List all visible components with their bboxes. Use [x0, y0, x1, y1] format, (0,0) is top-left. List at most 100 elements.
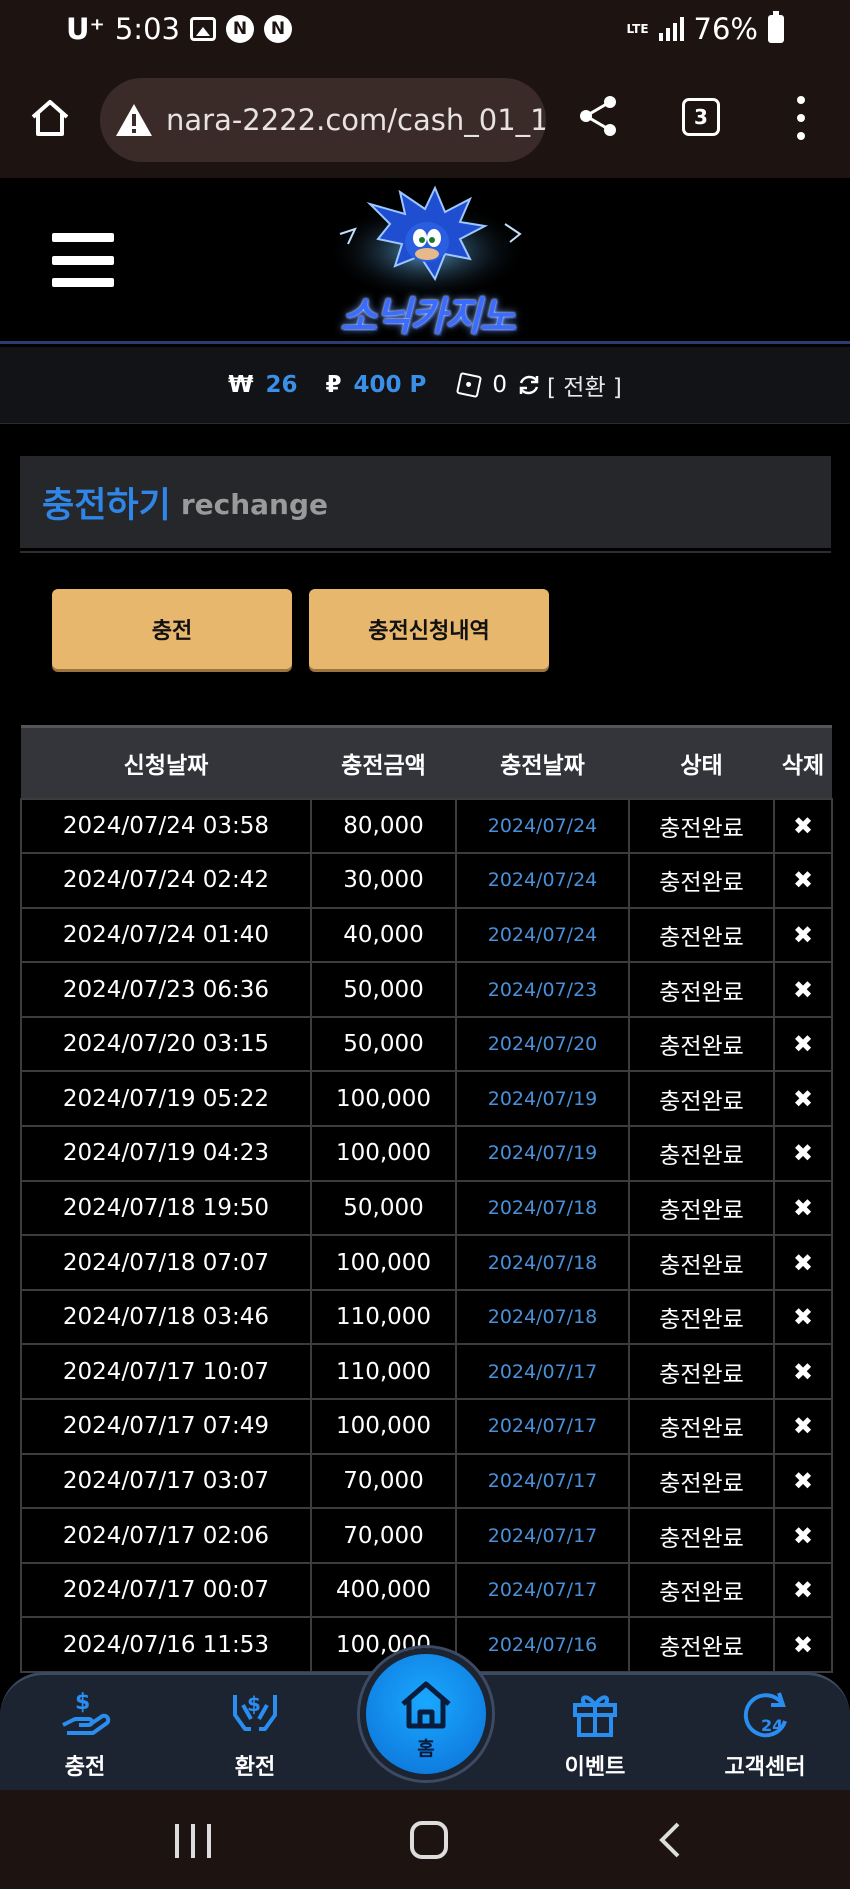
battery-level: 76%	[693, 12, 758, 46]
delete-button[interactable]: ✖	[773, 961, 833, 1018]
request-date-cell: 2024/07/17 03:07	[20, 1452, 312, 1510]
nav-charge[interactable]: $ 충전	[25, 1685, 145, 1781]
delete-button[interactable]: ✖	[773, 797, 833, 855]
address-bar[interactable]: nara-2222.com/cash_01_1.	[100, 78, 546, 162]
request-date-cell: 2024/07/16 11:53	[20, 1616, 312, 1673]
home-icon[interactable]	[28, 96, 72, 140]
charge-date-cell: 2024/07/24	[455, 797, 630, 855]
table-row: 2024/07/17 07:49 100,000 2024/07/17 충전완료 ✖	[20, 1398, 833, 1455]
delete-button[interactable]: ✖	[773, 1015, 833, 1073]
request-date-cell: 2024/07/18 07:07	[20, 1234, 312, 1291]
delete-button[interactable]: ✖	[773, 852, 833, 909]
table-header-row: 신청날짜 충전금액 충전날짜 상태 삭제	[21, 725, 832, 799]
table-row: 2024/07/20 03:15 50,000 2024/07/20 충전완료 ✖	[20, 1015, 833, 1073]
request-date-cell: 2024/07/19 04:23	[20, 1125, 312, 1182]
site-logo[interactable]: 소닉카지노	[320, 184, 534, 340]
clock: 5:03	[114, 12, 180, 46]
table-row: 2024/07/24 03:58 80,000 2024/07/24 충전완료 ✖	[20, 797, 833, 855]
delete-button[interactable]: ✖	[773, 1070, 833, 1128]
status-cell: 충전완료	[628, 1398, 775, 1455]
charge-date-cell: 2024/07/17	[455, 1343, 630, 1401]
nav-home-button[interactable]: 홈	[360, 1648, 492, 1780]
charge-hand-coin-icon: $	[62, 1690, 111, 1735]
status-cell: 충전완료	[628, 1070, 775, 1128]
share-icon[interactable]	[576, 94, 620, 138]
charge-date-cell: 2024/07/17	[455, 1561, 630, 1619]
table-row: 2024/07/18 03:46 110,000 2024/07/18 충전완료 ✖	[20, 1288, 833, 1346]
point-balance: 400 P	[353, 372, 427, 398]
balance-bar: ₩ 26 ₽ 400 P 0 [ 전환 ]	[0, 347, 850, 424]
won-balance: 26	[265, 372, 298, 398]
status-cell: 충전완료	[628, 1343, 775, 1401]
amount-cell: 50,000	[310, 1179, 457, 1237]
request-date-cell: 2024/07/17 07:49	[20, 1398, 312, 1455]
gallery-notification-icon	[189, 17, 216, 41]
amount-cell: 50,000	[310, 1015, 457, 1073]
request-date-cell: 2024/07/18 19:50	[20, 1179, 312, 1237]
browser-toolbar: nara-2222.com/cash_01_1. 3	[0, 62, 850, 178]
nav-home-label: 홈	[417, 1738, 435, 1760]
status-cell: 충전완료	[628, 1015, 775, 1073]
amount-cell: 50,000	[310, 961, 457, 1018]
delete-button[interactable]: ✖	[773, 1561, 833, 1619]
nav-support[interactable]: 24 고객센터	[705, 1685, 825, 1781]
request-date-cell: 2024/07/18 03:46	[20, 1288, 312, 1346]
refresh-icon[interactable]	[517, 373, 541, 397]
delete-button[interactable]: ✖	[773, 1234, 833, 1291]
switch-button[interactable]: [ 전환 ]	[547, 368, 622, 402]
status-left: U⁺ 5:03 N N	[66, 12, 292, 46]
delete-button[interactable]: ✖	[773, 1616, 833, 1673]
delete-button[interactable]: ✖	[773, 1125, 833, 1182]
delete-button[interactable]: ✖	[773, 1343, 833, 1401]
warning-icon[interactable]	[114, 100, 154, 140]
carrier-label: U⁺	[66, 12, 105, 46]
recent-apps-icon[interactable]	[175, 1824, 211, 1858]
home-icon	[401, 1681, 451, 1729]
amount-cell: 400,000	[310, 1561, 457, 1619]
svg-text:$: $	[75, 1690, 90, 1715]
hamburger-menu-icon[interactable]	[52, 233, 114, 287]
amount-cell: 100,000	[310, 1125, 457, 1182]
system-home-icon[interactable]	[410, 1821, 448, 1859]
status-cell: 충전완료	[628, 1507, 775, 1564]
status-cell: 충전완료	[628, 1125, 775, 1182]
amount-cell: 30,000	[310, 852, 457, 909]
more-menu-icon[interactable]	[794, 96, 808, 140]
url-text[interactable]: nara-2222.com/cash_01_1.	[166, 103, 546, 137]
amount-cell: 80,000	[310, 797, 457, 855]
table-row: 2024/07/24 01:40 40,000 2024/07/24 충전완료 ✖	[20, 906, 833, 964]
nav-exchange[interactable]: $ 환전	[195, 1685, 315, 1781]
page-subtitle: rechange	[180, 487, 329, 521]
status-cell: 충전완료	[628, 797, 775, 855]
charge-date-cell: 2024/07/19	[455, 1125, 630, 1182]
request-date-cell: 2024/07/23 06:36	[20, 961, 312, 1018]
charge-date-cell: 2024/07/17	[455, 1452, 630, 1510]
delete-button[interactable]: ✖	[773, 1507, 833, 1564]
nav-event[interactable]: 이벤트	[535, 1685, 655, 1781]
naver-notification-icon-2: N	[263, 15, 292, 43]
status-cell: 충전완료	[628, 1234, 775, 1291]
delete-button[interactable]: ✖	[773, 1179, 833, 1237]
charge-button[interactable]: 충전	[52, 589, 292, 669]
charge-date-cell: 2024/07/17	[455, 1507, 630, 1564]
request-date-cell: 2024/07/17 00:07	[20, 1561, 312, 1619]
status-cell: 충전완료	[628, 1288, 775, 1346]
charge-history-button[interactable]: 충전신청내역	[309, 589, 549, 669]
delete-button[interactable]: ✖	[773, 906, 833, 964]
column-header-delete: 삭제	[774, 725, 832, 799]
charge-history-table: 신청날짜 충전금액 충전날짜 상태 삭제 2024/07/24 03:58 80,…	[20, 725, 833, 1673]
amount-cell: 100,000	[310, 1234, 457, 1291]
table-row: 2024/07/17 03:07 70,000 2024/07/17 충전완료 ✖	[20, 1452, 833, 1510]
delete-button[interactable]: ✖	[773, 1288, 833, 1346]
site-header: 소닉카지노	[0, 178, 850, 344]
back-icon[interactable]	[654, 1820, 684, 1860]
column-header-status: 상태	[629, 725, 774, 799]
table-row: 2024/07/23 06:36 50,000 2024/07/23 충전완료 ✖	[20, 961, 833, 1018]
delete-button[interactable]: ✖	[773, 1398, 833, 1455]
signal-icon	[658, 17, 684, 41]
delete-button[interactable]: ✖	[773, 1452, 833, 1510]
logo-text: 소닉카지노	[340, 294, 516, 340]
tab-count-button[interactable]: 3	[682, 98, 720, 136]
support-24h-icon: 24	[743, 1692, 787, 1738]
table-row: 2024/07/17 10:07 110,000 2024/07/17 충전완료 ✖	[20, 1343, 833, 1401]
